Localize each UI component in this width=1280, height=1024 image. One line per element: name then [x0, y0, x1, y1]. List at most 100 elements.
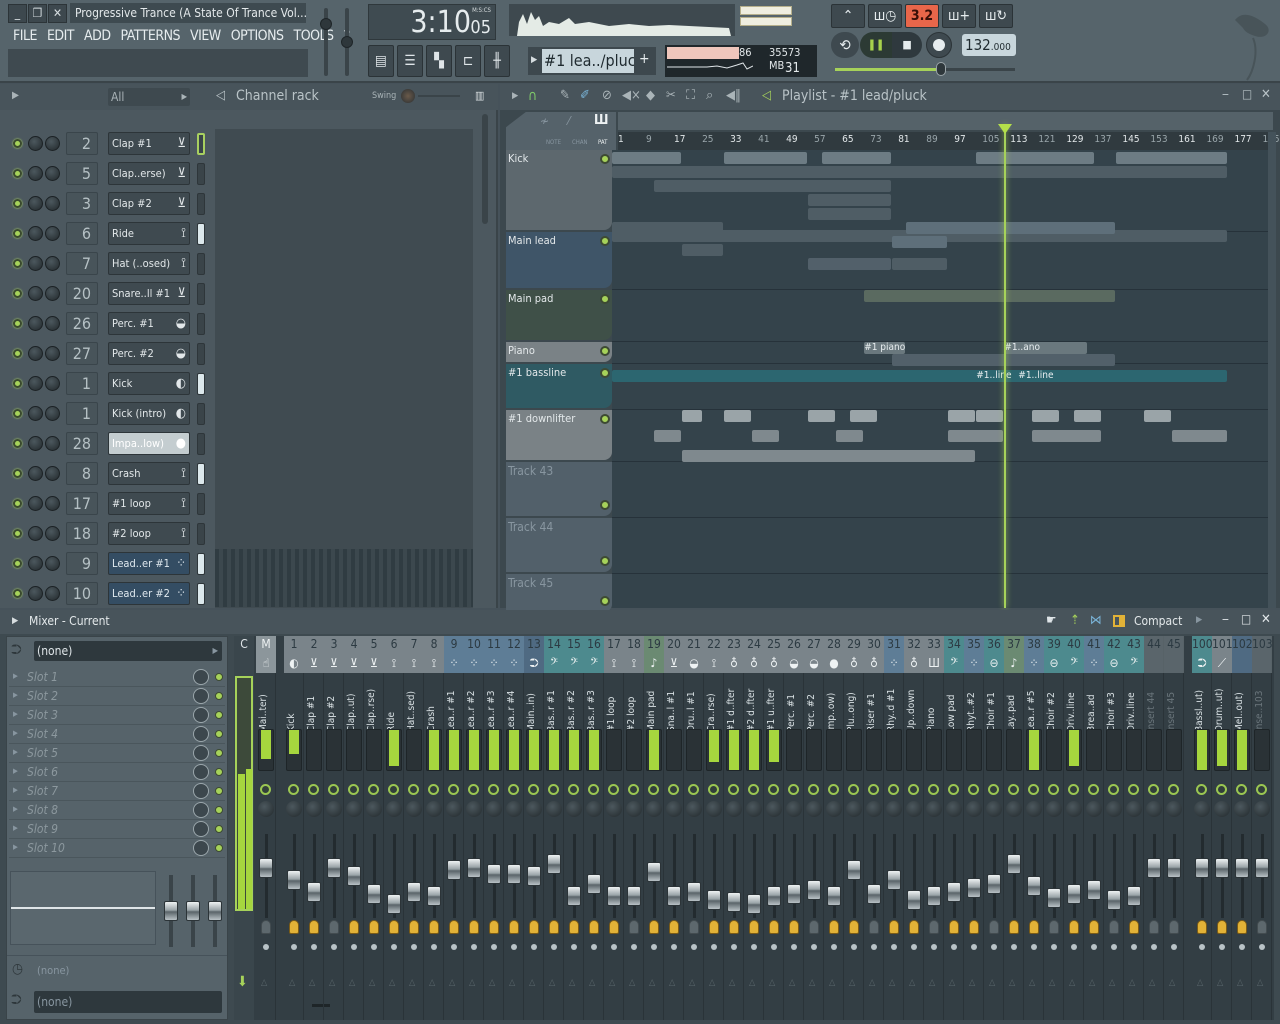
- pattern-clip[interactable]: [612, 166, 1228, 178]
- slot-mix-knob[interactable]: [193, 764, 209, 780]
- route-send-icon[interactable]: [1237, 920, 1247, 934]
- routing-arrow-icon[interactable]: △: [849, 978, 855, 988]
- slot-expand-arrow[interactable]: ▶: [13, 767, 18, 775]
- insert-strip[interactable]: 43 𝄢 Driv..line △: [1124, 636, 1144, 1020]
- strip-enable-led[interactable]: [608, 784, 619, 795]
- pattern-clip[interactable]: #1..ano: [1004, 342, 1088, 354]
- song-position-track[interactable]: [835, 68, 1015, 71]
- pattern-clip[interactable]: [808, 208, 892, 220]
- strip-pan-knob[interactable]: [1046, 801, 1062, 817]
- strip-pan-knob[interactable]: [706, 801, 722, 817]
- stereo-separation-dot[interactable]: [1131, 944, 1137, 950]
- stereo-separation-dot[interactable]: [1071, 944, 1077, 950]
- view-mode-arrow[interactable]: ▶: [1196, 615, 1202, 625]
- insert-strip[interactable]: 16 𝄢 Bas..r #3 △: [584, 636, 604, 1020]
- insert-strip[interactable]: 17 ⟟ #1 loop △: [604, 636, 624, 1020]
- insert-strip[interactable]: 6 ⟟ Ride △: [384, 636, 404, 1020]
- down-arrow-icon[interactable]: ⬇: [237, 974, 248, 990]
- routing-arrow-icon[interactable]: △: [529, 978, 535, 988]
- insert-strip[interactable]: 8 ⟟ Crash △: [424, 636, 444, 1020]
- slot-enable-led[interactable]: [215, 749, 223, 757]
- routing-arrow-icon[interactable]: △: [1089, 978, 1095, 988]
- insert-strip[interactable]: 2 ⊻ Clap #1 △: [304, 636, 324, 1020]
- slot-mix-knob[interactable]: [193, 707, 209, 723]
- strip-enable-led[interactable]: [328, 784, 339, 795]
- stereo-separation-dot[interactable]: [431, 944, 437, 950]
- playlist-options-arrow[interactable]: ▶: [512, 91, 518, 101]
- piano-roll-window-button[interactable]: ▚: [426, 45, 452, 77]
- routing-arrow-icon[interactable]: △: [669, 978, 675, 988]
- channel-mute-led[interactable]: [13, 499, 22, 508]
- volume-fader[interactable]: [307, 882, 321, 902]
- stereo-separation-dot[interactable]: [951, 944, 957, 950]
- pat-label[interactable]: PAT: [598, 139, 607, 146]
- strip-enable-led[interactable]: [628, 784, 639, 795]
- pattern-clip[interactable]: [1032, 430, 1102, 442]
- stereo-separation-dot[interactable]: [451, 944, 457, 950]
- stereo-separation-dot[interactable]: [491, 944, 497, 950]
- slot-expand-arrow[interactable]: ▶: [13, 843, 18, 851]
- stereo-separation-dot[interactable]: [611, 944, 617, 950]
- pattern-name[interactable]: #1 lea../pluck: [542, 49, 634, 73]
- insert-strip[interactable]: 100 ⮊ Bassl..ut) △: [1192, 636, 1213, 1020]
- multilink-icon[interactable]: ⇡: [1070, 613, 1080, 628]
- menu-file[interactable]: FILE: [8, 26, 42, 46]
- mixer-close-button[interactable]: ✕: [1261, 612, 1271, 627]
- pattern-clip[interactable]: [682, 244, 724, 256]
- insert-strip[interactable]: 10 ⁘ Lea..r #2 △: [464, 636, 484, 1020]
- strip-enable-led[interactable]: [808, 784, 819, 795]
- strip-pan-knob[interactable]: [806, 801, 822, 817]
- stereo-separation-dot[interactable]: [1111, 944, 1117, 950]
- channel-pan-knob[interactable]: [28, 196, 43, 211]
- route-send-icon[interactable]: [649, 920, 659, 934]
- stereo-separation-dot[interactable]: [771, 944, 777, 950]
- strip-pan-knob[interactable]: [1086, 801, 1102, 817]
- channel-mute-led[interactable]: [13, 289, 22, 298]
- volume-fader[interactable]: [907, 890, 921, 910]
- track-header[interactable]: Track 43: [506, 462, 612, 516]
- insert-strip[interactable]: 29 ♁ Plu..ong) △: [844, 636, 864, 1020]
- track-header[interactable]: Piano: [506, 342, 612, 362]
- slot-mix-knob[interactable]: [193, 669, 209, 685]
- master-volume-handle[interactable]: [320, 18, 332, 30]
- pattern-clip[interactable]: #1..line: [976, 370, 1018, 382]
- pattern-clip[interactable]: [1172, 430, 1228, 442]
- stereo-separation-dot[interactable]: [811, 944, 817, 950]
- strip-pan-knob[interactable]: [946, 801, 962, 817]
- channel-mixer-track[interactable]: 18: [66, 522, 98, 545]
- strip-pan-knob[interactable]: [1026, 801, 1042, 817]
- pattern-clip[interactable]: [1116, 152, 1228, 164]
- route-send-icon[interactable]: [609, 920, 619, 934]
- track-header[interactable]: Track 45: [506, 574, 612, 612]
- routing-arrow-icon[interactable]: △: [629, 978, 635, 988]
- insert-strip[interactable]: 14 𝄢 Bas..r #1 △: [544, 636, 564, 1020]
- volume-fader[interactable]: [787, 883, 801, 904]
- effect-slot[interactable]: ▶ Slot 6: [9, 763, 225, 782]
- slip-tool-icon[interactable]: ◆: [646, 88, 655, 103]
- strip-pan-knob[interactable]: [846, 801, 862, 817]
- routing-arrow-icon[interactable]: △: [449, 978, 455, 988]
- pattern-clip[interactable]: [682, 450, 976, 462]
- strip-enable-led[interactable]: [1068, 784, 1079, 795]
- routing-arrow-icon[interactable]: △: [749, 978, 755, 988]
- strip-pan-knob[interactable]: [986, 801, 1002, 817]
- delete-tool-icon[interactable]: ⊘: [602, 88, 612, 103]
- routing-arrow-icon[interactable]: △: [649, 978, 655, 988]
- insert-strip[interactable]: 3 ⊻ Clap #2 △: [324, 636, 344, 1020]
- volume-fader[interactable]: [1167, 858, 1181, 878]
- volume-fader[interactable]: [927, 886, 941, 906]
- slot-expand-arrow[interactable]: ▶: [13, 672, 18, 680]
- volume-fader[interactable]: [1027, 875, 1041, 896]
- playlist-maximize-button[interactable]: □: [1242, 87, 1252, 101]
- track-header[interactable]: #1 bassline: [506, 364, 612, 408]
- playhead[interactable]: [1004, 124, 1007, 608]
- effect-slot[interactable]: ▶ Slot 3: [9, 706, 225, 725]
- track-header[interactable]: Main lead: [506, 232, 612, 288]
- route-send-icon[interactable]: [469, 920, 479, 934]
- route-send-icon[interactable]: [1257, 920, 1267, 934]
- routing-arrow-icon[interactable]: △: [1049, 978, 1055, 988]
- channel-mixer-track[interactable]: 1: [66, 372, 98, 395]
- routing-arrow-icon[interactable]: △: [369, 978, 375, 988]
- stereo-separation-dot[interactable]: [531, 944, 537, 950]
- volume-fader[interactable]: [767, 886, 781, 906]
